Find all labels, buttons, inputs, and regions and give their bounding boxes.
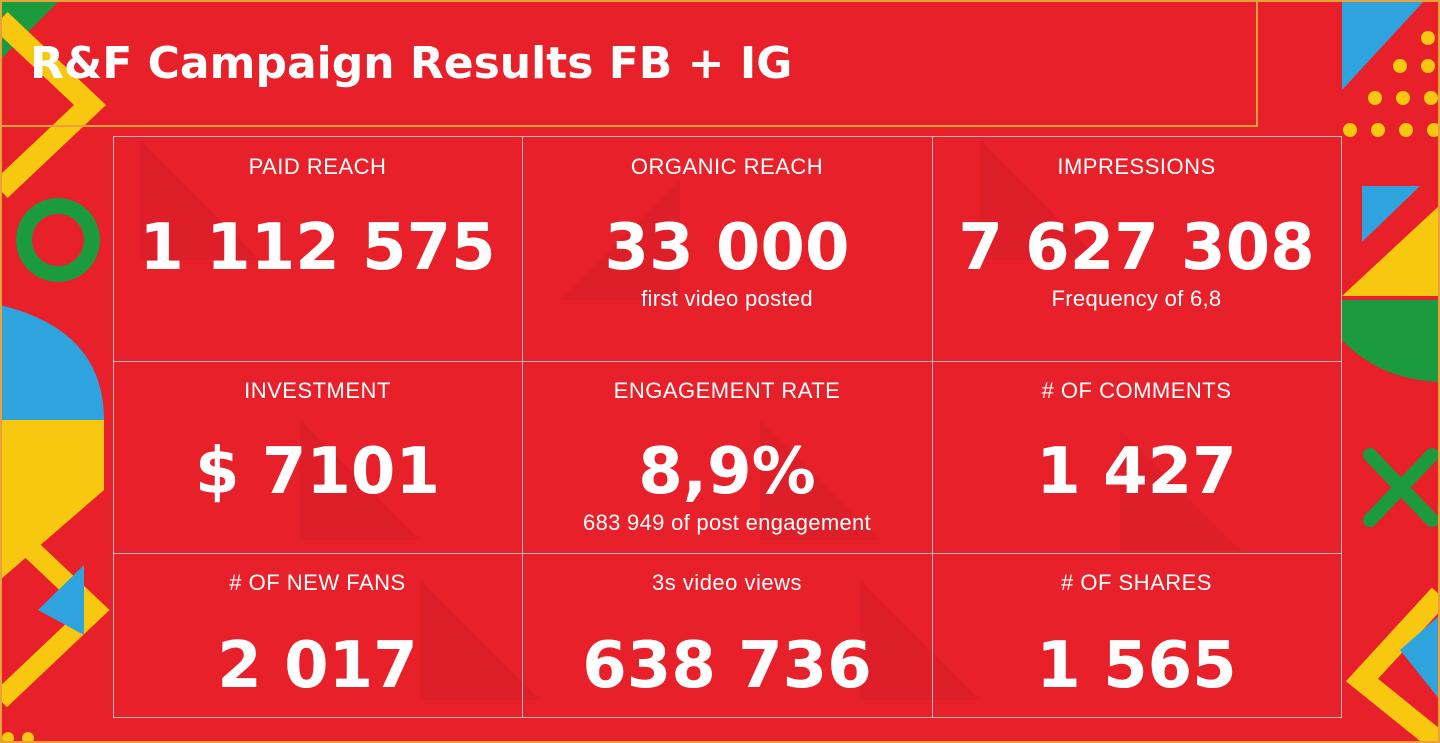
metric-paid-reach: PAID REACH 1 112 575 [112,135,523,362]
metric-engagement-rate: ENGAGEMENT RATE 8,9% 683 949 of post eng… [521,360,933,554]
metric-value: 1 427 [1036,434,1237,509]
metric-impressions: IMPRESSIONS 7 627 308 Frequency of 6,8 [931,135,1342,362]
metric-label: # OF SHARES [1061,569,1212,595]
metric-value: 8,9% [638,434,816,509]
right-decoration [1342,0,1440,743]
metric-value: 1 112 575 [139,210,496,285]
metric-value: 1 565 [1036,628,1237,703]
metric-label: # OF COMMENTS [1041,377,1232,403]
metric-value: $ 7101 [195,434,440,509]
metric-subtext: Frequency of 6,8 [1051,285,1222,311]
metric-investment: INVESTMENT $ 7101 [112,360,523,554]
metric-label: INVESTMENT [244,377,391,403]
metric-label: PAID REACH [248,153,387,179]
metric-value: 2 017 [217,628,418,703]
metric-shares: # OF SHARES 1 565 [931,552,1342,718]
metric-subtext: 683 949 of post engagement [583,509,871,535]
metrics-grid: PAID REACH 1 112 575 ORGANIC REACH 33 00… [112,135,1342,718]
metric-organic-reach: ORGANIC REACH 33 000 first video posted [521,135,933,362]
page-title: R&F Campaign Results FB + IG [30,38,793,89]
metric-label: ORGANIC REACH [630,153,824,179]
slide: R&F Campaign Results FB + IG PAID REACH … [0,0,1440,743]
metric-label: 3s video views [651,569,803,595]
metric-label: IMPRESSIONS [1057,153,1216,179]
metric-new-fans: # OF NEW FANS 2 017 [112,552,523,718]
metric-value: 7 627 308 [958,210,1315,285]
metric-video-views: 3s video views 638 736 [521,552,933,718]
metric-comments: # OF COMMENTS 1 427 [931,360,1342,554]
metric-label: ENGAGEMENT RATE [613,377,841,403]
metric-value: 33 000 [604,210,850,285]
metric-label: # OF NEW FANS [229,569,406,595]
metric-subtext: first video posted [641,285,813,311]
metric-value: 638 736 [582,628,872,703]
